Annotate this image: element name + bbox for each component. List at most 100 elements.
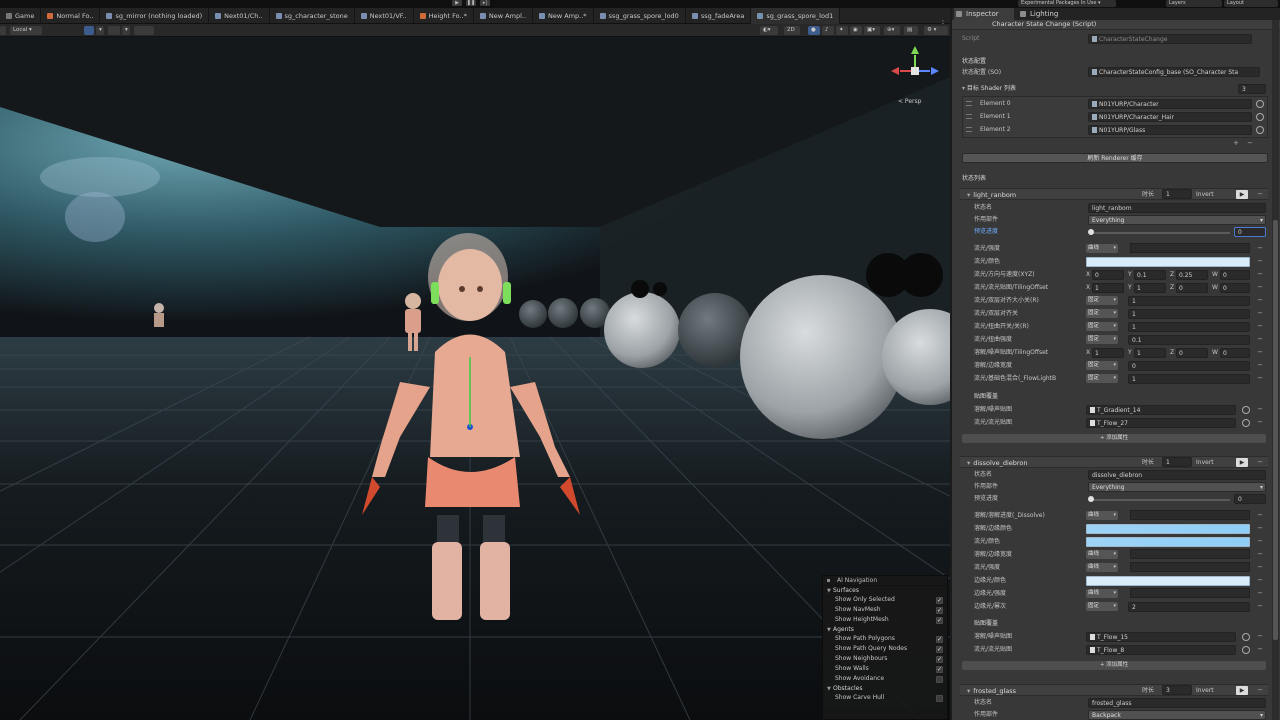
show-neighbours-row[interactable]: Show Neighbours ✓ [823,654,947,664]
gradient-field[interactable] [1086,537,1250,547]
object-picker-icon[interactable] [1242,419,1250,427]
prop-mode-dropdown[interactable]: 固定 [1086,602,1118,611]
audio-toggle-icon[interactable]: ♪ [822,26,834,35]
remove-prop-icon[interactable]: − [1256,361,1264,369]
curve-field[interactable] [1130,510,1250,520]
show-heightmesh-row[interactable]: Show HeightMesh ✓ [823,615,947,625]
invert-label[interactable]: Invert [1196,189,1214,200]
preview-slider-knob[interactable] [1088,496,1094,502]
add-property-button[interactable]: + 添加属性 [962,661,1266,670]
play-icon[interactable]: ▶ [452,0,462,6]
prop-value-field[interactable]: 1 [1128,309,1250,319]
shader-element-1-field[interactable]: N01YURP/Character_Hair [1088,112,1252,122]
preview-value-field[interactable]: 0 [1234,227,1266,237]
invert-label[interactable]: Invert [1196,457,1214,468]
state-header-light-ranbom[interactable]: light_ranbom [960,188,1268,200]
vec-w[interactable]: 0 [1220,283,1250,293]
remove-prop-icon[interactable]: − [1256,244,1264,252]
curve-field[interactable] [1130,243,1250,253]
target-dropdown[interactable]: Everything [1088,215,1266,225]
vec-x[interactable]: 0 [1092,270,1124,280]
vec-z[interactable]: 0.25 [1176,270,1208,280]
remove-state-icon[interactable]: − [1256,190,1264,198]
prop-value-field[interactable]: 0 [1128,361,1250,371]
agents-section[interactable]: ▼ Agents [823,625,947,634]
show-avoidance-row[interactable]: Show Avoidance [823,674,947,684]
vec-x[interactable]: 1 [1092,348,1124,358]
show-walls-checkbox[interactable]: ✓ [936,666,943,673]
duration-field[interactable]: 1 [1162,457,1192,467]
drag-handle-icon[interactable] [966,127,972,132]
show-walls-row[interactable]: Show Walls ✓ [823,664,947,674]
remove-prop-icon[interactable]: − [1256,537,1264,545]
remove-texture-icon[interactable]: − [1256,405,1264,413]
tab-inspector[interactable]: Inspector [954,8,1014,20]
show-avoidance-checkbox[interactable] [936,676,943,683]
layout-dropdown[interactable]: Layout [1224,0,1278,7]
remove-state-icon[interactable]: − [1256,458,1264,466]
add-element-icon[interactable]: + [1232,139,1240,147]
state-name-input[interactable]: dissolve_diebron [1088,470,1266,480]
prop-mode-dropdown[interactable]: 固定 [1086,322,1118,331]
target-dropdown[interactable]: Backpack [1088,710,1266,720]
remove-prop-icon[interactable]: − [1256,550,1264,558]
state-header-dissolve-diebron[interactable]: dissolve_diebron [960,456,1268,468]
preview-slider-track[interactable] [1090,499,1230,501]
effects-toggle-icon[interactable]: ✦ [836,26,848,35]
show-path-query-nodes-checkbox[interactable]: ✓ [936,646,943,653]
show-path-polygons-checkbox[interactable]: ✓ [936,636,943,643]
snap-dropdown-icon[interactable]: ▾ [96,26,104,35]
state-name-input[interactable]: light_ranbom [1088,203,1266,213]
remove-prop-icon[interactable]: − [1256,374,1264,382]
prop-mode-dropdown[interactable]: 固定 [1086,335,1118,344]
scene-camera-icon[interactable]: ▣▾ [864,26,880,35]
prop-mode-dropdown[interactable]: 固定 [1086,309,1118,318]
shader-count-field[interactable]: 3 [1238,84,1266,94]
curve-field[interactable] [1130,562,1250,572]
scrollbar-thumb[interactable] [1273,220,1278,640]
play-state-icon[interactable]: ▶ [1236,190,1248,199]
remove-texture-icon[interactable]: − [1256,645,1264,653]
tab-game[interactable]: Game [0,8,42,24]
tab-ssg-fadearea[interactable]: ssg_fadeArea [686,8,752,24]
preview-slider-track[interactable] [1090,232,1230,234]
tab-lighting[interactable]: Lighting [1018,8,1078,20]
remove-prop-icon[interactable]: − [1256,257,1264,265]
remove-prop-icon[interactable]: − [1256,348,1264,356]
vec-x[interactable]: 1 [1092,283,1124,293]
scene-settings-icon[interactable]: ⚙ ▾ [924,26,948,35]
show-carve-hull-checkbox[interactable] [936,695,943,702]
prop-mode-dropdown[interactable]: 曲线 [1086,589,1118,598]
remove-prop-icon[interactable]: − [1256,270,1264,278]
shader-list-header[interactable]: ▾ 目标 Shader 列表 [962,83,1016,94]
gradient-field[interactable] [1086,257,1250,267]
prop-mode-dropdown[interactable]: 固定 [1086,296,1118,305]
duration-field[interactable]: 1 [1162,189,1192,199]
object-picker-icon[interactable] [1256,126,1264,134]
vector4-field[interactable]: X1 Y1 Z0 W0 [1086,348,1250,358]
preview-value-field[interactable]: 0 [1234,494,1266,504]
remove-prop-icon[interactable]: − [1256,335,1264,343]
prop-value-field[interactable]: 2 [1128,602,1250,612]
remove-prop-icon[interactable]: − [1256,296,1264,304]
target-dropdown[interactable]: Everything [1088,482,1266,492]
increment-snap-icon[interactable] [108,26,120,35]
show-path-polygons-row[interactable]: Show Path Polygons ✓ [823,634,947,644]
invert-label[interactable]: Invert [1196,685,1214,696]
play-state-icon[interactable]: ▶ [1236,686,1248,695]
scene-view-extra-icon[interactable]: ▤ [904,26,918,35]
object-picker-icon[interactable] [1256,100,1264,108]
state-name-input[interactable]: frosted_glass [1088,698,1266,708]
show-only-selected-row[interactable]: Show Only Selected ✓ [823,595,947,605]
remove-prop-icon[interactable]: − [1256,322,1264,330]
prop-mode-dropdown[interactable]: 固定 [1086,374,1118,383]
tool-handle-icon[interactable] [0,26,6,35]
prop-mode-dropdown[interactable]: 曲线 [1086,550,1118,559]
preview-slider-knob[interactable] [1088,229,1094,235]
prop-value-field[interactable]: 1 [1128,374,1250,384]
tab-new-amp[interactable]: New Amp..* [533,8,594,24]
prop-value-field[interactable]: 0.1 [1128,335,1250,345]
pause-icon[interactable]: ❚❚ [466,0,476,6]
object-picker-icon[interactable] [1242,406,1250,414]
2d-toggle-button[interactable]: 2D [784,26,800,35]
